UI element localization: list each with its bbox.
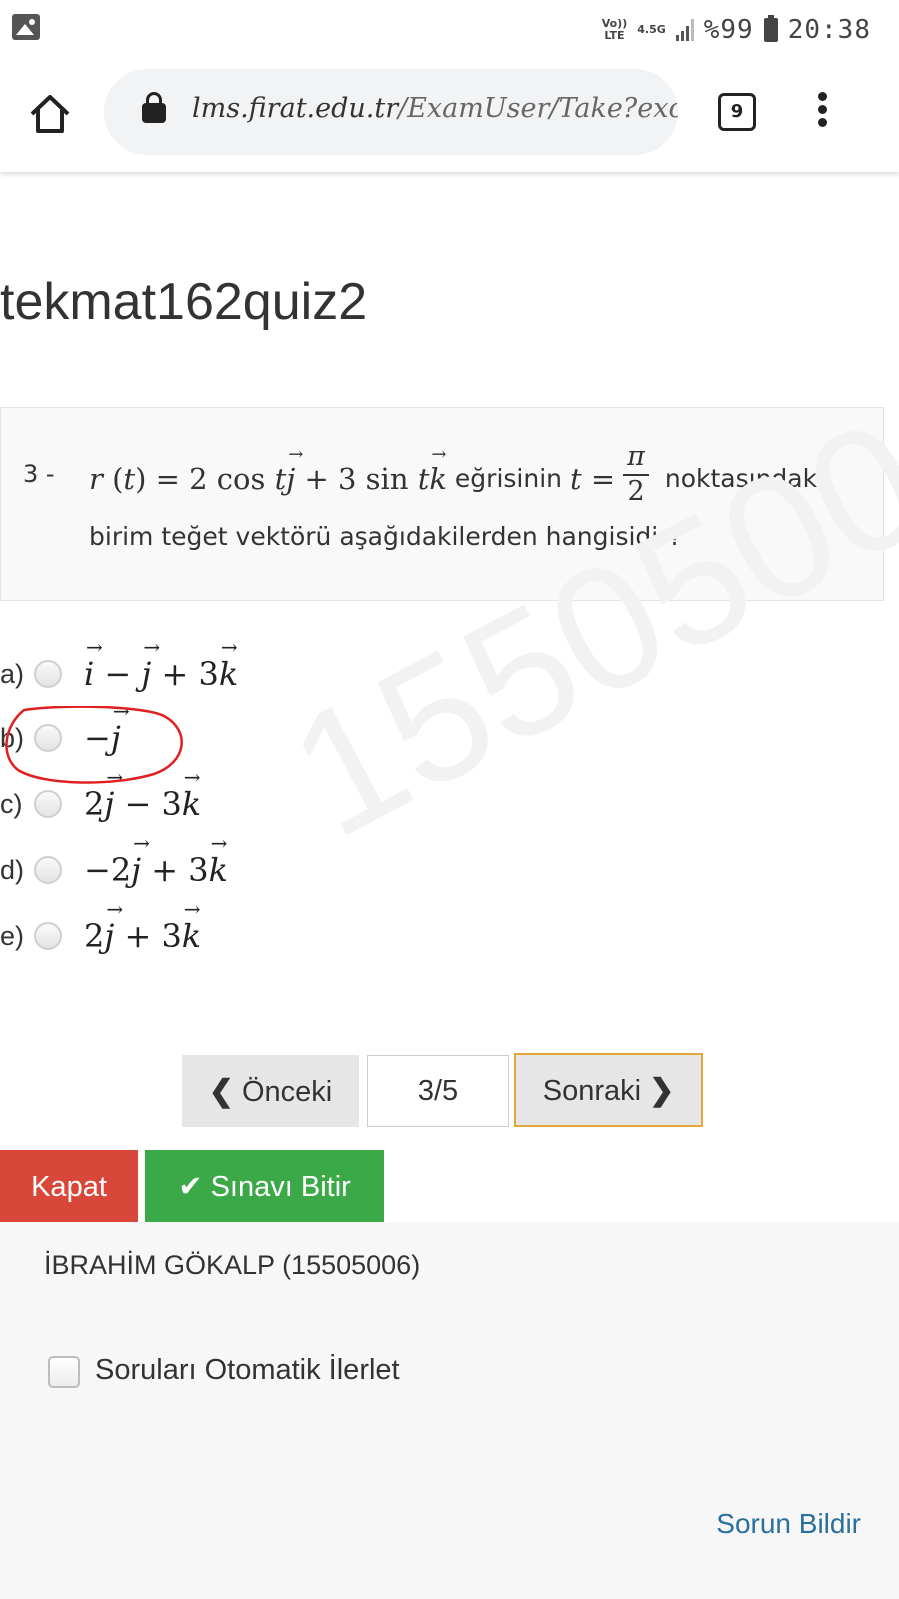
handdrawn-circle-annotation <box>5 706 183 784</box>
question-number: 3 - <box>23 460 55 488</box>
footer-panel: İBRAHİM GÖKALP (15505006) Soruları Otoma… <box>0 1222 899 1599</box>
home-icon[interactable] <box>26 90 74 138</box>
option-label: d) <box>0 854 25 885</box>
chevron-left-icon: ❮ <box>208 1074 234 1108</box>
page-indicator: 3/5 <box>367 1055 509 1127</box>
next-label: Sonraki <box>542 1074 642 1107</box>
option-label: a) <box>0 658 25 689</box>
option-e-radio[interactable] <box>34 922 62 950</box>
auto-advance-checkbox[interactable] <box>48 1356 80 1388</box>
option-d-formula: −2j + 3k <box>84 831 228 889</box>
network-type: 4.5G <box>637 23 666 36</box>
clock: 20:38 <box>787 15 871 45</box>
option-d-radio[interactable] <box>34 856 62 884</box>
question-formula: r (t) = 2 cos tj + 3 sin tk <box>89 444 455 496</box>
option-a-formula: i − j + 3k <box>84 635 238 693</box>
status-indicators: Vo)) LTE 4.5G %99 20:38 <box>602 12 871 48</box>
previous-label: Önceki <box>241 1075 333 1108</box>
question-text-1: eğrisinin <box>454 464 563 493</box>
finish-exam-button[interactable]: ✔ Sınavı Bitir <box>145 1150 384 1222</box>
signal-icon <box>675 19 694 41</box>
check-icon: ✔ <box>178 1171 203 1203</box>
chevron-right-icon: ❯ <box>649 1073 675 1107</box>
battery-percent: %99 <box>703 15 754 45</box>
more-menu-icon[interactable] <box>812 92 832 132</box>
question-t-value: t = π 2 <box>570 441 665 507</box>
previous-button[interactable]: ❮ Önceki <box>182 1055 359 1127</box>
student-name: İBRAHİM GÖKALP (15505006) <box>44 1250 421 1280</box>
tab-switcher-button[interactable]: 9 <box>718 93 756 131</box>
gallery-notification-icon <box>12 14 40 40</box>
option-a-radio[interactable] <box>34 660 62 688</box>
option-a[interactable]: a) i − j + 3k <box>0 635 500 704</box>
option-d[interactable]: d) −2j + 3k <box>0 831 500 900</box>
next-button[interactable]: Sonraki ❯ <box>514 1053 703 1127</box>
page-title: tekmat162quiz2 <box>0 273 368 331</box>
close-button[interactable]: Kapat <box>0 1150 138 1222</box>
option-e-formula: 2j + 3k <box>84 897 201 955</box>
lock-icon <box>142 92 166 123</box>
option-label: e) <box>0 920 25 951</box>
volte-indicator: Vo)) LTE <box>601 17 628 42</box>
url-text[interactable]: lms.firat.edu.tr/ExamUser/Take?exc <box>192 93 678 124</box>
option-label: c) <box>0 788 23 819</box>
browser-toolbar: lms.firat.edu.tr/ExamUser/Take?exc 9 <box>0 60 899 172</box>
url-bar[interactable]: lms.firat.edu.tr/ExamUser/Take?exc <box>104 69 678 155</box>
report-problem-link[interactable]: Sorun Bildir <box>716 1508 861 1540</box>
status-bar: Vo)) LTE 4.5G %99 20:38 <box>0 0 899 60</box>
finish-label: Sınavı Bitir <box>210 1171 351 1203</box>
option-e[interactable]: e) 2j + 3k <box>0 897 500 966</box>
auto-advance-label[interactable]: Soruları Otomatik İlerlet <box>95 1354 400 1387</box>
battery-icon <box>763 15 778 42</box>
option-c-formula: 2j − 3k <box>84 765 201 823</box>
option-c-radio[interactable] <box>34 790 62 818</box>
